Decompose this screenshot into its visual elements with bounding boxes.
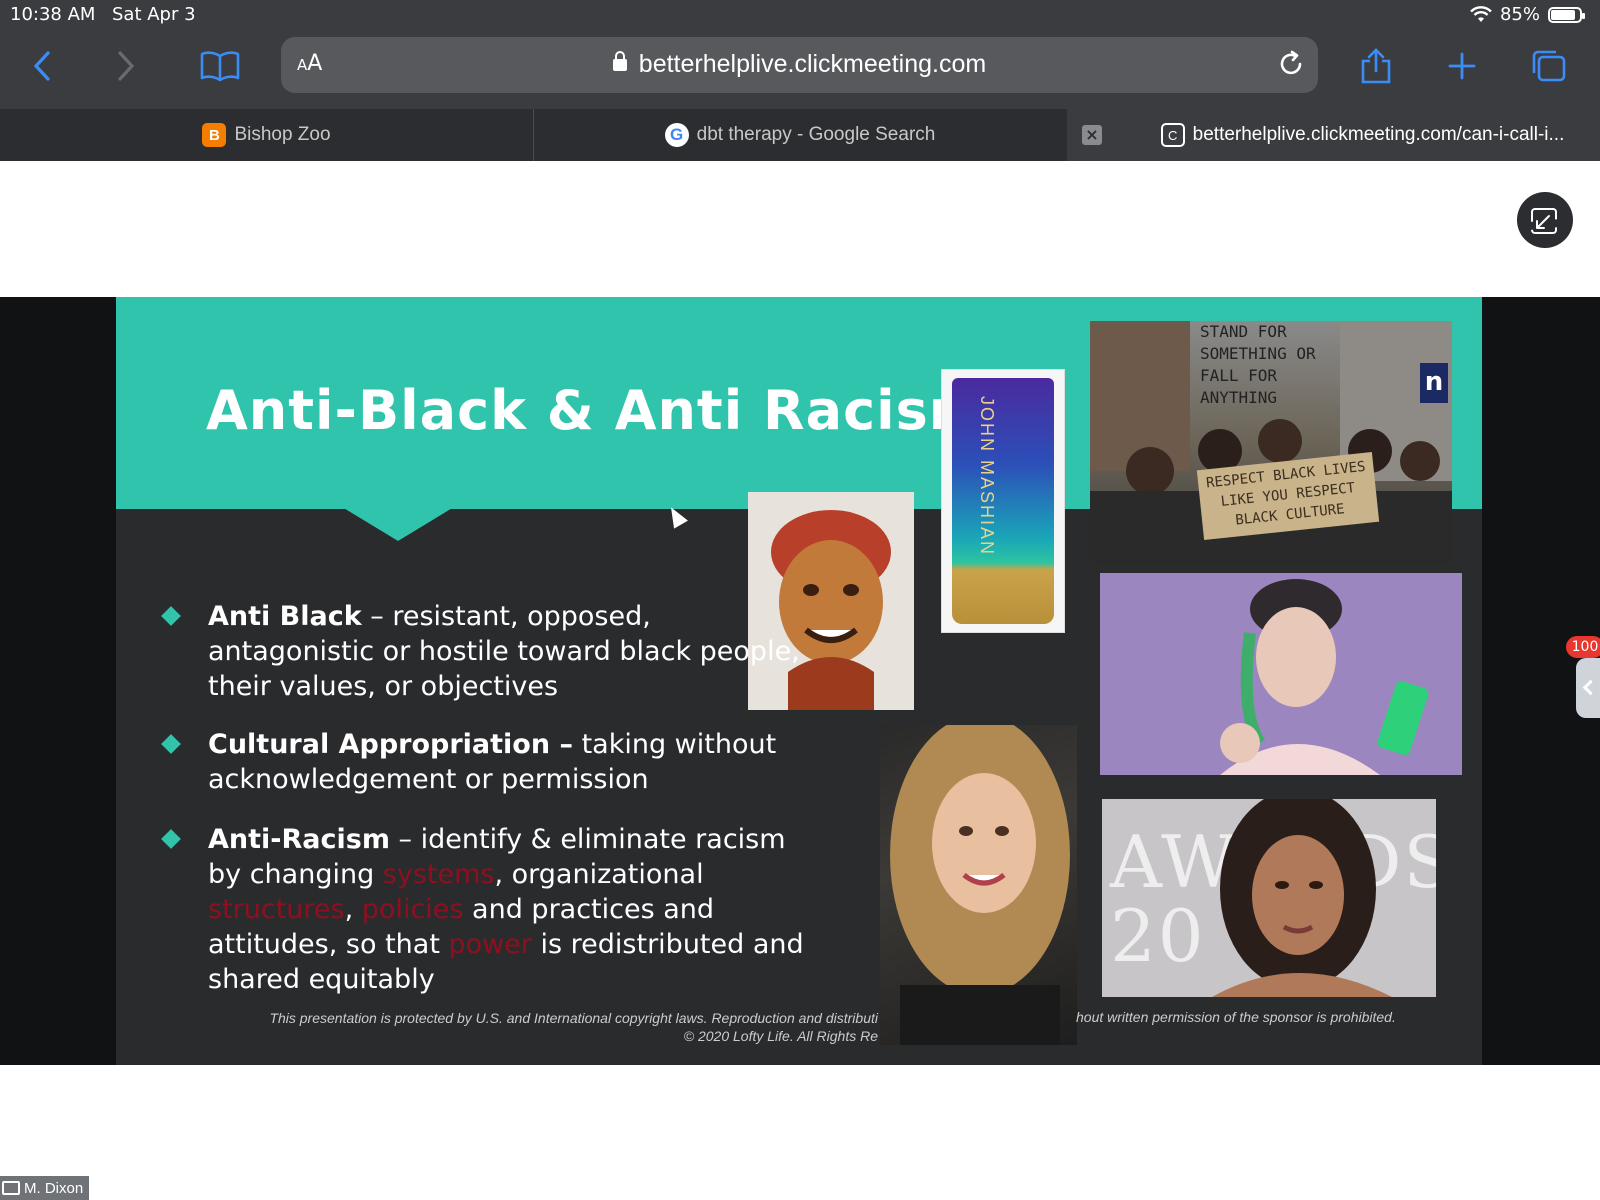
plus-icon — [1448, 52, 1476, 80]
status-date: Sat Apr 3 — [112, 4, 196, 25]
awards-photo: AWARDS 20 — [1102, 799, 1436, 997]
banner-notch — [342, 507, 454, 541]
awards-portrait-image — [1212, 799, 1392, 997]
back-button[interactable] — [20, 44, 64, 88]
fullscreen-button[interactable] — [1517, 192, 1573, 248]
lotion-tube — [952, 378, 1054, 624]
bullet-anti-black: Anti Black – resistant, opposed, antagon… — [161, 599, 818, 704]
blonde-woman-photo — [880, 725, 1077, 1045]
reload-icon[interactable] — [1276, 49, 1306, 79]
protest-badge: n — [1420, 363, 1448, 403]
battery-icon — [1548, 6, 1585, 23]
bullet-diamond-icon — [161, 734, 181, 754]
singer-portrait-image — [1220, 579, 1429, 775]
bullet-anti-racism: Anti-Racism – identify & eliminate racis… — [161, 822, 818, 997]
tab-google-search[interactable]: G dbt therapy - Google Search — [534, 109, 1066, 161]
chevron-left-icon — [33, 51, 50, 81]
presenter-label: M. Dixon — [0, 1176, 90, 1200]
status-time: 10:38 AM — [10, 4, 96, 25]
new-tab-button[interactable] — [1440, 44, 1484, 88]
address-bar[interactable]: AA betterhelplive.clickmeeting.com — [281, 37, 1318, 93]
singer-purple-photo — [1100, 573, 1462, 775]
wifi-icon — [1470, 5, 1492, 22]
blogger-icon: B — [202, 123, 227, 147]
share-button[interactable] — [1354, 44, 1398, 88]
blonde-woman-image — [890, 725, 1070, 1045]
bullet-diamond-icon — [161, 606, 181, 626]
presentation-slide: Anti-Black & Anti Racism JOHN MASHIAN ST… — [116, 297, 1482, 1065]
slide-title: Anti-Black & Anti Racism — [206, 379, 986, 442]
tab-clickmeeting[interactable]: C betterhelplive.clickmeeting.com/can-i-… — [1067, 109, 1600, 161]
close-tab-icon[interactable]: × — [1082, 125, 1102, 145]
browser-chrome: 10:38 AM Sat Apr 3 85% AA betterhelplive… — [0, 0, 1600, 161]
forward-button[interactable] — [104, 44, 148, 88]
chat-count-badge: 100 — [1566, 636, 1600, 658]
tabs-overview-button[interactable] — [1526, 44, 1570, 88]
address-url: betterhelplive.clickmeeting.com — [281, 50, 1318, 79]
share-icon — [1361, 48, 1391, 84]
google-icon: G — [664, 123, 689, 147]
tab-bishop-zoo[interactable]: B Bishop Zoo — [0, 109, 533, 161]
protest-sign-upper: STAND FOR SOMETHING OR FALL FOR ANYTHING — [1200, 322, 1316, 407]
tabs-icon — [1532, 50, 1566, 82]
book-icon — [200, 51, 240, 82]
tab-strip: B Bishop Zoo G dbt therapy - Google Sear… — [0, 109, 1600, 161]
battery-percent: 85% — [1499, 4, 1540, 25]
bookmarks-button[interactable] — [198, 44, 242, 88]
lotion-product-photo: JOHN MASHIAN — [941, 369, 1065, 633]
status-right: 85% — [1470, 4, 1585, 25]
lock-icon — [612, 51, 627, 71]
expand-icon — [1531, 208, 1557, 234]
side-panel-toggle[interactable] — [1576, 658, 1600, 718]
lotion-label: JOHN MASHIAN — [977, 396, 997, 557]
slide-copyright-right: hout written permission of the sponsor i… — [1076, 1009, 1396, 1025]
bullet-diamond-icon — [161, 829, 181, 849]
clickmeeting-icon: C — [1160, 123, 1185, 147]
monitor-icon — [2, 1181, 20, 1195]
slide-copyright: This presentation is protected by U.S. a… — [269, 1010, 878, 1044]
bullet-cultural-appropriation: Cultural Appropriation – taking without … — [161, 727, 818, 797]
protest-photo: STAND FOR SOMETHING OR FALL FOR ANYTHING… — [1090, 321, 1452, 565]
chevron-right-icon — [118, 51, 135, 81]
